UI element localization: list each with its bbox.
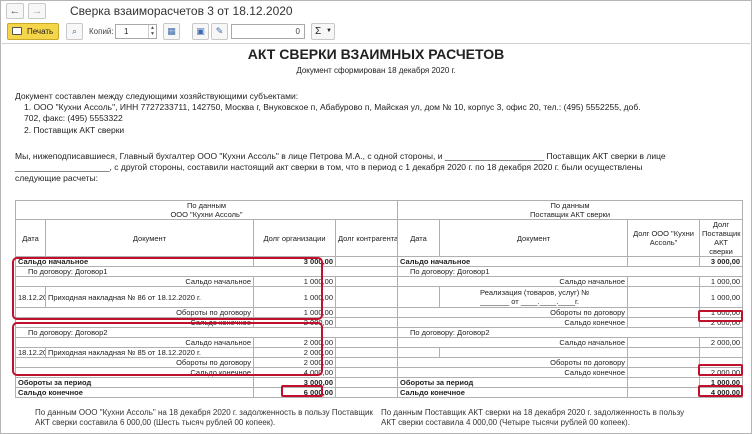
col-document: Документ	[45, 219, 254, 257]
magnifier-icon: ⌕	[71, 26, 78, 36]
party1-line1: 1. ООО "Кухни Ассоль", ИНН 7727233711, 1…	[24, 102, 641, 112]
save-button[interactable]: ▣	[192, 23, 209, 40]
print-button[interactable]: Печать	[7, 23, 59, 40]
title-bar: ← → Сверка взаиморасчетов 3 от 18.12.202…	[1, 1, 751, 21]
party1-line2: 702, факс: (495) 5553322	[24, 113, 123, 123]
print-button-label: Печать	[27, 27, 54, 36]
report-window: ← → Сверка взаиморасчетов 3 от 18.12.202…	[0, 0, 752, 434]
table-row: Сальдо конечное 6 000,00 Сальдо конечное…	[15, 387, 744, 398]
col-debt-org: Долг организации	[253, 219, 336, 257]
col-debt-kuhni: Долг ООО "Кухни Ассоль"	[627, 219, 701, 257]
table-row: 18.12.20 Приходная накладная № 86 от 18.…	[15, 286, 744, 308]
document-subtitle: Документ сформирован 18 декабря 2020 г.	[296, 66, 456, 75]
table-row: По договору: Договор1 По договору: Догов…	[14, 266, 744, 277]
footer-left-line1: По данным ООО "Кухни Ассоль" на 18 декаб…	[35, 408, 373, 417]
statement-line1: Мы, нижеподписавшиеся, Главный бухгалтер…	[15, 151, 666, 161]
window-title: Сверка взаиморасчетов 3 от 18.12.2020	[70, 4, 293, 18]
footer-right-line2: АКТ сверки составила 4 000,00 (Четыре ты…	[381, 418, 630, 427]
table-row: Сальдо начальное 3 000,00 Сальдо начальн…	[15, 256, 744, 267]
copies-spinner[interactable]: ▲ ▼	[148, 25, 156, 38]
table-row: 18.12.20 Приходная накладная № 85 от 18.…	[15, 347, 744, 358]
right-side-header: По данным Поставщик АКТ сверки	[397, 200, 744, 220]
table-column-header: Дата Документ Долг организации Долг конт…	[15, 219, 744, 257]
footer-right-line1: По данным Поставщик АКТ сверки на 18 дек…	[381, 408, 685, 417]
sigma-icon: Σ	[315, 26, 322, 37]
forward-button[interactable]: →	[28, 3, 46, 19]
col-date: Дата	[15, 219, 46, 257]
table-row: Обороты по договору 2 000,00 Обороты по …	[15, 357, 744, 368]
arrow-right-icon: →	[31, 5, 43, 17]
back-button[interactable]: ←	[6, 3, 24, 19]
preview-button[interactable]: ⌕	[66, 23, 83, 40]
table-row: Обороты за период 3 000,00 Обороты за пе…	[15, 377, 744, 388]
table-row: Сальдо конечное 2 000,00 Сальдо конечное…	[15, 317, 744, 328]
printer-icon	[12, 27, 22, 35]
statement-line2: ____________________, с другой стороны, …	[15, 162, 643, 172]
sum-field[interactable]: 0	[231, 24, 305, 39]
document-title: АКТ СВЕРКИ ВЗАИМНЫХ РАСЧЕТОВ	[247, 46, 505, 62]
table-row: Обороты по договору 1 000,00 Обороты по …	[15, 307, 744, 318]
col-date-right: Дата	[397, 219, 441, 257]
intro-text: Документ составлен между следующими хозя…	[15, 91, 299, 101]
table-header-group: По данным ООО "Кухни Ассоль" По данным П…	[14, 200, 744, 220]
chevron-down-icon: ▼	[326, 28, 332, 34]
col-debt-supplier: Долг Поставщик АКТ сверки	[699, 219, 744, 257]
report-document: АКТ СВЕРКИ ВЗАИМНЫХ РАСЧЕТОВ Документ сф…	[2, 43, 750, 433]
grid-icon: ▦	[167, 26, 176, 36]
reconciliation-table: По данным ООО "Кухни Ассоль" По данным П…	[14, 200, 744, 398]
sum-dropdown[interactable]: Σ ▼	[311, 23, 335, 40]
col-document-right: Документ	[439, 219, 629, 257]
floppy-icon: ▣	[196, 26, 205, 36]
table-row: Сальдо конечное 4 000,00 Сальдо конечное…	[15, 367, 744, 378]
page-setup-button[interactable]: ▦	[163, 23, 180, 40]
left-side-header: По данным ООО "Кухни Ассоль"	[14, 200, 399, 220]
edit-button[interactable]: ✎	[211, 23, 228, 40]
table-row: Сальдо начальное 2 000,00 Сальдо начальн…	[15, 337, 744, 348]
statement-line3: следующие расчеты:	[15, 173, 99, 183]
arrow-left-icon: ←	[9, 5, 21, 17]
party2: 2. Поставщик АКТ сверки	[24, 125, 125, 135]
toolbar: Печать ⌕ Копий: 1 ▲ ▼ ▦ ▣ ✎ 0 Σ ▼	[1, 21, 751, 43]
col-debt-counterparty: Долг контрагента	[334, 219, 399, 257]
copies-label: Копий:	[89, 27, 114, 36]
copies-value: 1	[124, 27, 129, 36]
table-row: По договору: Договор2 По договору: Догов…	[14, 327, 744, 338]
copies-input[interactable]: 1 ▲ ▼	[115, 24, 157, 39]
edit-icon: ✎	[215, 26, 224, 36]
table-row: Сальдо начальное 1 000,00 Сальдо начальн…	[15, 276, 744, 287]
footer-left-line2: АКТ сверки составила 6 000,00 (Шесть тыс…	[35, 418, 276, 427]
